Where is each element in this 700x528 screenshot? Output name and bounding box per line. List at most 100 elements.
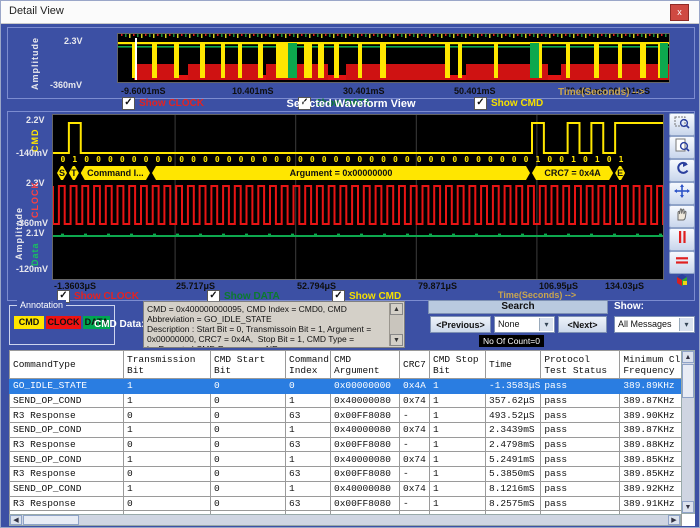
table-cell: 1 [430,423,486,438]
column-header[interactable]: CMD Stop Bit [430,351,486,379]
vertical-cursors-button[interactable] [669,228,695,251]
table-cell: SEND_OP_COND [10,481,124,496]
table-row[interactable]: R3 Response00630x00FF8080-1493.52μSpass3… [10,408,682,423]
scroll-down-icon[interactable]: ▼ [390,334,403,346]
table-cell: 1 [124,423,211,438]
table-cell: pass [541,452,620,467]
column-header[interactable]: Time [486,351,541,379]
horizontal-cursors-icon [674,253,690,272]
bit-value: 0 [200,155,212,164]
table-cell: - [400,437,430,452]
next-button[interactable]: <Next> [558,316,607,333]
table-cell: 1 [124,452,211,467]
table-row[interactable]: R3 Response00630x00FF8080-12.4798mSpass3… [10,437,682,452]
selected-waveforms [53,115,663,279]
table-cell: 2.4798mS [486,437,541,452]
scroll-up-icon[interactable]: ▲ [390,303,403,315]
bit-value: 0 [283,155,295,164]
table-cell: 0x00000000 [331,379,400,394]
bit-value: 0 [544,155,556,164]
table-cell: SEND_OP_COND [10,393,124,408]
previous-button[interactable]: <Previous> [430,316,491,333]
column-header[interactable]: CRC7 [400,351,430,379]
scroll-left-icon[interactable]: ◀ [10,515,22,525]
bit-value: 0 [378,155,390,164]
x-tick-label: -9.6001mS [121,86,166,96]
cmd-annotations: STCommand I...Argument = 0x00000000CRC7 … [57,166,657,180]
table-row[interactable]: R3 Response00630x00FF8080-18.2575mSpass3… [10,496,682,511]
bit-value: 0 [295,155,307,164]
table-cell: 0x00FF8080 [331,437,400,452]
table-cell: 1 [430,379,486,394]
table-cell: pass [541,481,620,496]
table-cell: 5.2491mS [486,452,541,467]
scroll-up-icon[interactable]: ▲ [682,351,694,363]
table-cell: 1 [430,393,486,408]
zoom-select-button[interactable] [669,113,695,136]
table-vertical-scrollbar[interactable]: ▲ ▼ [681,350,695,514]
table-cell: pass [541,379,620,394]
show-value: All Messages [618,319,672,329]
search-filter-dropdown[interactable]: None ▾ [494,316,555,333]
undo-button[interactable] [669,159,695,182]
color-cube-button[interactable] [671,274,693,292]
bit-value: 0 [413,155,425,164]
table-cell: 389.87KHz [620,393,682,408]
pan-button[interactable] [669,182,695,205]
table-cell: 0x4A [400,379,430,394]
chevron-down-icon[interactable]: ▾ [539,318,553,331]
hand-tool-button[interactable] [669,205,695,228]
table-cell: 0 [124,467,211,482]
bit-value: 0 [330,155,342,164]
horizontal-cursors-button[interactable] [669,251,695,274]
column-header[interactable]: CMD Start Bit [211,351,286,379]
table-cell: 389.87KHz [620,423,682,438]
table-cell: 1 [124,481,211,496]
column-header[interactable]: Transmission Bit [124,351,211,379]
bit-value: 1 [532,155,544,164]
bit-value: 0 [259,155,271,164]
decoded-message-table: CommandTypeTransmission BitCMD Start Bit… [9,350,695,526]
bit-value: 0 [116,155,128,164]
x-tick-label: 50.401mS [454,86,496,96]
column-header[interactable]: Minimum Cl Frequency [620,351,682,379]
table-row[interactable]: SEND_OP_COND1010x400000800x7415.2491mSpa… [10,452,682,467]
table-cell: 0x00FF8080 [331,496,400,511]
search-filter-value: None [498,319,520,329]
scroll-down-icon[interactable]: ▼ [682,501,694,513]
cmd-data-scrollbar[interactable]: ▲ ▼ [389,303,403,346]
overview-y-min: -360mV [50,80,82,90]
overview-panel: 2.3V Amplitude -360mV -9.6001mS10.401mS3… [7,27,695,99]
cmd-field-annotation: T [69,166,79,180]
bit-value: 0 [223,155,235,164]
table-header-row: CommandTypeTransmission BitCMD Start Bit… [10,351,682,379]
table-row[interactable]: R3 Response00630x00FF8080-15.3850mSpass3… [10,467,682,482]
table-cell: 63 [286,467,331,482]
table-cell: 1 [286,481,331,496]
column-header[interactable]: CommandType [10,351,124,379]
show-dropdown[interactable]: All Messages ▾ [614,316,695,333]
close-button[interactable]: x [670,4,689,21]
x-tick-label: 79.871μS [418,281,457,291]
zoom-page-button[interactable] [669,136,695,159]
table-cell: 0x00FF8080 [331,408,400,423]
table-row[interactable]: GO_IDLE_STATE1000x000000000x4A1-1.3583μS… [10,379,682,394]
table-horizontal-scrollbar[interactable]: ◀ ▶ [9,514,681,526]
clock-signal-label: CLOCK [30,188,40,218]
column-header[interactable]: Command Index [286,351,331,379]
table-cell: pass [541,408,620,423]
data-y-min: -120mV [16,264,48,274]
column-header[interactable]: CMD Argument [331,351,400,379]
table-cell: 2.3439mS [486,423,541,438]
table-row[interactable]: SEND_OP_COND1010x400000800x741357.62μSpa… [10,393,682,408]
table-cell: 1 [430,496,486,511]
cmd-field-annotation: CRC7 = 0x4A [532,166,613,180]
x-tick-label: 134.03μS [605,281,644,291]
table-row[interactable]: SEND_OP_COND1010x400000800x7418.1216mSpa… [10,481,682,496]
table-row[interactable]: SEND_OP_COND1010x400000800x7412.3439mSpa… [10,423,682,438]
scroll-right-icon[interactable]: ▶ [668,515,680,525]
column-header[interactable]: Protocol Test Status [541,351,620,379]
cmd-data-textarea[interactable]: CMD = 0x400000000095, CMD Index = CMD0, … [143,301,405,348]
chevron-down-icon[interactable]: ▾ [679,318,693,331]
table-cell: 63 [286,437,331,452]
